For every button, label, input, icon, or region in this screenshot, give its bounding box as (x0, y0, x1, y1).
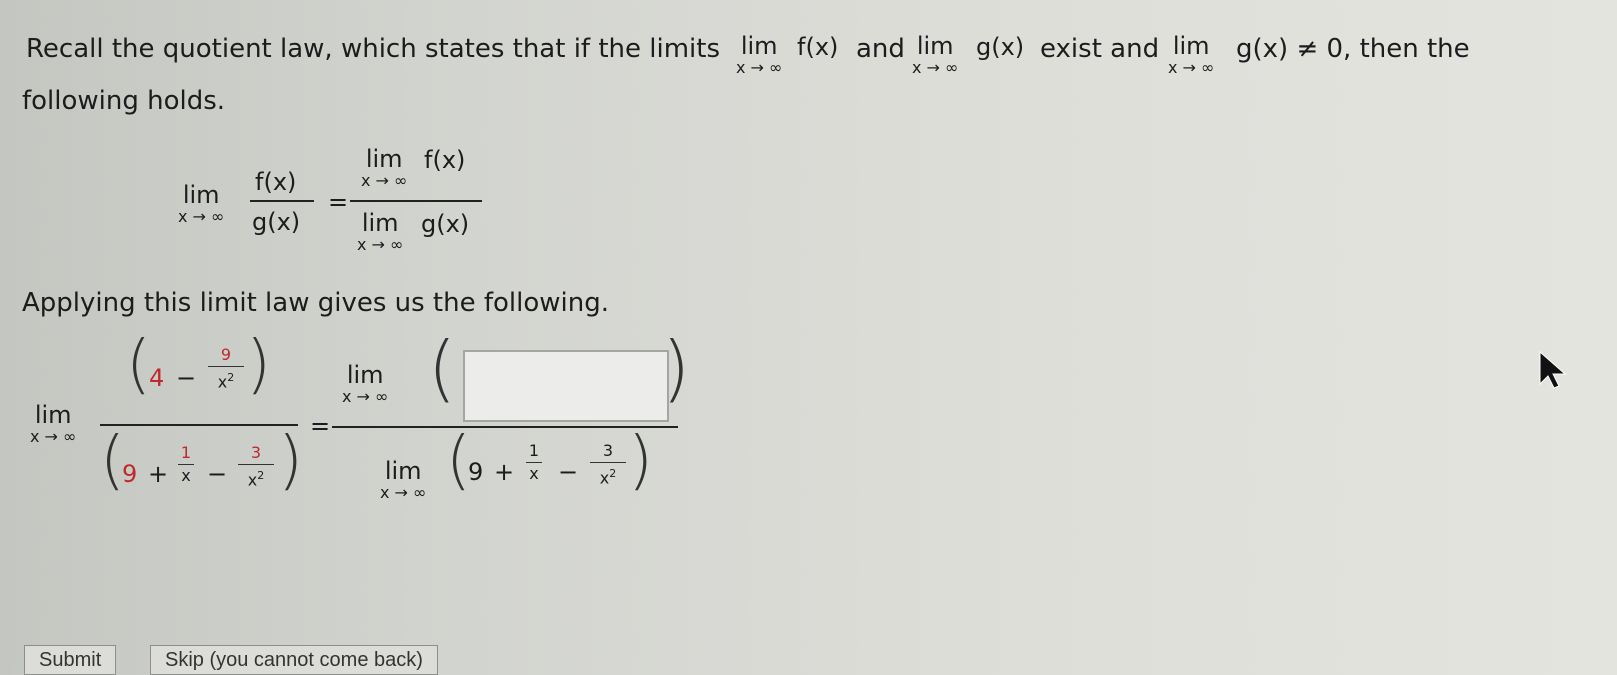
right-paren: ) (628, 424, 653, 498)
limit-notation: lim x → ∞ (1168, 33, 1214, 77)
left-paren: ( (428, 326, 457, 410)
den-three-over-x2: 3 x2 (238, 444, 274, 489)
right-paren: ) (662, 326, 691, 410)
left-paren: ( (126, 328, 151, 402)
frac-bar (238, 464, 274, 465)
lim-word: lim (916, 32, 954, 60)
num-minus: − (176, 364, 197, 392)
lim-sub: x → ∞ (361, 171, 408, 190)
lim-word: lim (361, 209, 399, 237)
num-nine-over-x2: 9 x2 (208, 346, 244, 391)
frac-num: 1 (528, 441, 540, 460)
law-numerator: f(x) (255, 168, 297, 196)
lim-word: lim (182, 181, 220, 209)
den-nine: 9 (122, 460, 138, 488)
limit-notation: lim x → ∞ (342, 362, 388, 406)
intro-text-part1: Recall the quotient law, which states th… (26, 34, 721, 64)
law-rhs-fraction-bar (350, 200, 482, 202)
main-equals: = (310, 412, 331, 440)
intro-line2: following holds. (22, 86, 226, 116)
law-rhs-denominator: g(x) (421, 210, 470, 238)
lim-sub: x → ∞ (30, 427, 77, 446)
den-one-over-x: 1 x (178, 444, 194, 485)
lim-word: lim (740, 32, 778, 60)
law-denominator: g(x) (252, 208, 301, 236)
intro-and: and (856, 34, 905, 64)
main-fraction-bar (100, 424, 298, 426)
intro-neq: g(x) ≠ 0, then the (1236, 34, 1470, 64)
limit-notation: lim x → ∞ (178, 182, 224, 226)
lim-word: lim (1172, 32, 1210, 60)
intro-exist-and: exist and (1040, 34, 1160, 64)
frac-den: x (529, 464, 539, 483)
law-fraction-bar (250, 200, 314, 202)
intro-f: f(x) (797, 33, 839, 61)
lim-sub: x → ∞ (912, 58, 959, 77)
lim-sub: x → ∞ (1168, 58, 1215, 77)
rhs-den-three-over-x2: 3 x2 (590, 442, 626, 487)
frac-bar (590, 462, 626, 463)
limit-notation: lim x → ∞ (380, 458, 426, 502)
den-minus: − (207, 460, 228, 488)
lim-sub: x → ∞ (342, 387, 389, 406)
skip-button[interactable]: Skip (you cannot come back) (150, 645, 438, 675)
frac-den: x (181, 466, 191, 485)
limit-notation: lim x → ∞ (30, 402, 76, 446)
num-four: 4 (149, 364, 165, 392)
frac-den: x2 (247, 469, 265, 490)
answer-input[interactable] (463, 350, 669, 422)
lim-word: lim (384, 457, 422, 485)
frac-bar (178, 464, 194, 465)
right-paren: ) (246, 328, 271, 402)
submit-button[interactable]: Submit (24, 645, 117, 675)
frac-bar (208, 366, 244, 367)
frac-num: 1 (180, 443, 192, 462)
intro-g: g(x) (976, 33, 1025, 61)
lim-sub: x → ∞ (357, 235, 404, 254)
rhs-den-nine: 9 (468, 458, 484, 486)
rhs-den-plus: + (494, 458, 515, 486)
law-equals: = (328, 188, 349, 216)
lim-sub: x → ∞ (178, 207, 225, 226)
limit-notation: lim x → ∞ (361, 146, 407, 190)
rhs-den-one-over-x: 1 x (526, 442, 542, 483)
rhs-den-minus: − (558, 458, 579, 486)
frac-bar (526, 462, 542, 463)
lim-word: lim (34, 401, 72, 429)
frac-den: x2 (599, 467, 617, 488)
lim-sub: x → ∞ (380, 483, 427, 502)
applying-text: Applying this limit law gives us the fol… (22, 288, 610, 318)
limit-notation: lim x → ∞ (357, 210, 403, 254)
lim-sub: x → ∞ (736, 58, 783, 77)
mouse-pointer-icon (1539, 350, 1567, 389)
right-paren: ) (278, 424, 303, 498)
frac-den: x2 (217, 371, 235, 392)
den-plus: + (148, 460, 169, 488)
limit-notation: lim x → ∞ (736, 33, 782, 77)
frac-num: 9 (220, 345, 232, 364)
frac-num: 3 (602, 441, 614, 460)
frac-num: 3 (250, 443, 262, 462)
limit-notation: lim x → ∞ (912, 33, 958, 77)
law-rhs-numerator: f(x) (424, 146, 466, 174)
lim-word: lim (346, 361, 384, 389)
rhs-fraction-bar (332, 426, 678, 428)
lim-word: lim (365, 145, 403, 173)
